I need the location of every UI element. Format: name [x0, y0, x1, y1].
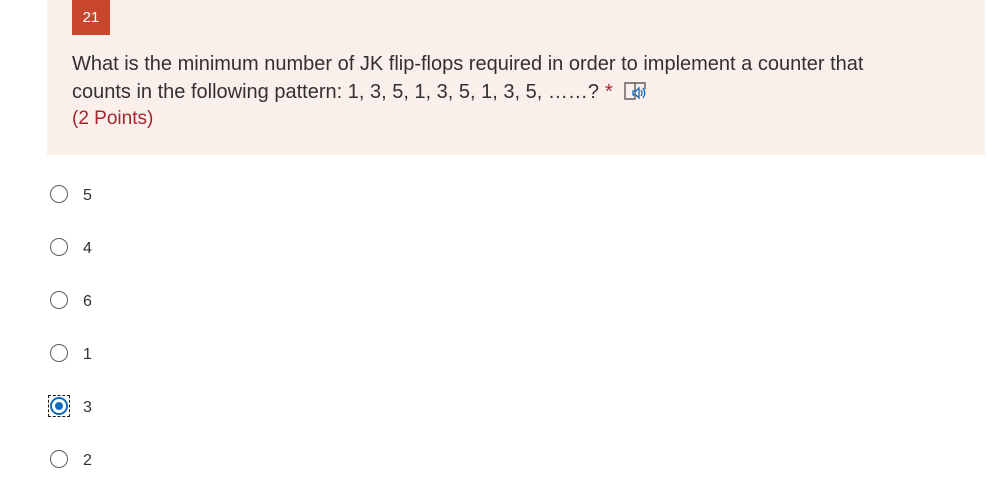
immersive-reader-icon[interactable] — [623, 80, 649, 102]
question-text-line-1: What is the minimum number of JK flip-fl… — [72, 53, 864, 75]
question-title: What is the minimum number of JK flip-fl… — [72, 50, 952, 106]
radio-button[interactable] — [50, 450, 68, 468]
question-card: 21 What is the minimum number of JK flip… — [47, 0, 985, 155]
radio-button[interactable] — [50, 291, 68, 309]
option-2[interactable]: 2 — [48, 448, 248, 474]
question-points: (2 Points) — [72, 108, 154, 129]
option-6[interactable]: 6 — [48, 289, 248, 315]
required-marker: * — [604, 81, 613, 103]
option-1[interactable]: 1 — [48, 342, 248, 368]
option-label: 6 — [83, 293, 92, 310]
radio-button[interactable] — [50, 238, 68, 256]
option-label: 5 — [83, 187, 92, 204]
question-text-line-2: counts in the following pattern: 1, 3, 5… — [72, 81, 599, 103]
option-label: 2 — [83, 452, 92, 469]
option-5[interactable]: 5 — [48, 183, 248, 209]
option-label: 3 — [83, 399, 92, 416]
radio-button[interactable] — [50, 344, 68, 362]
question-number-badge: 21 — [72, 0, 110, 35]
radio-button[interactable] — [50, 185, 68, 203]
option-3-selected[interactable]: 3 — [48, 395, 248, 421]
radio-button-selected[interactable] — [50, 397, 68, 415]
option-4[interactable]: 4 — [48, 236, 248, 262]
option-label: 1 — [83, 346, 92, 363]
option-label: 4 — [83, 240, 92, 257]
